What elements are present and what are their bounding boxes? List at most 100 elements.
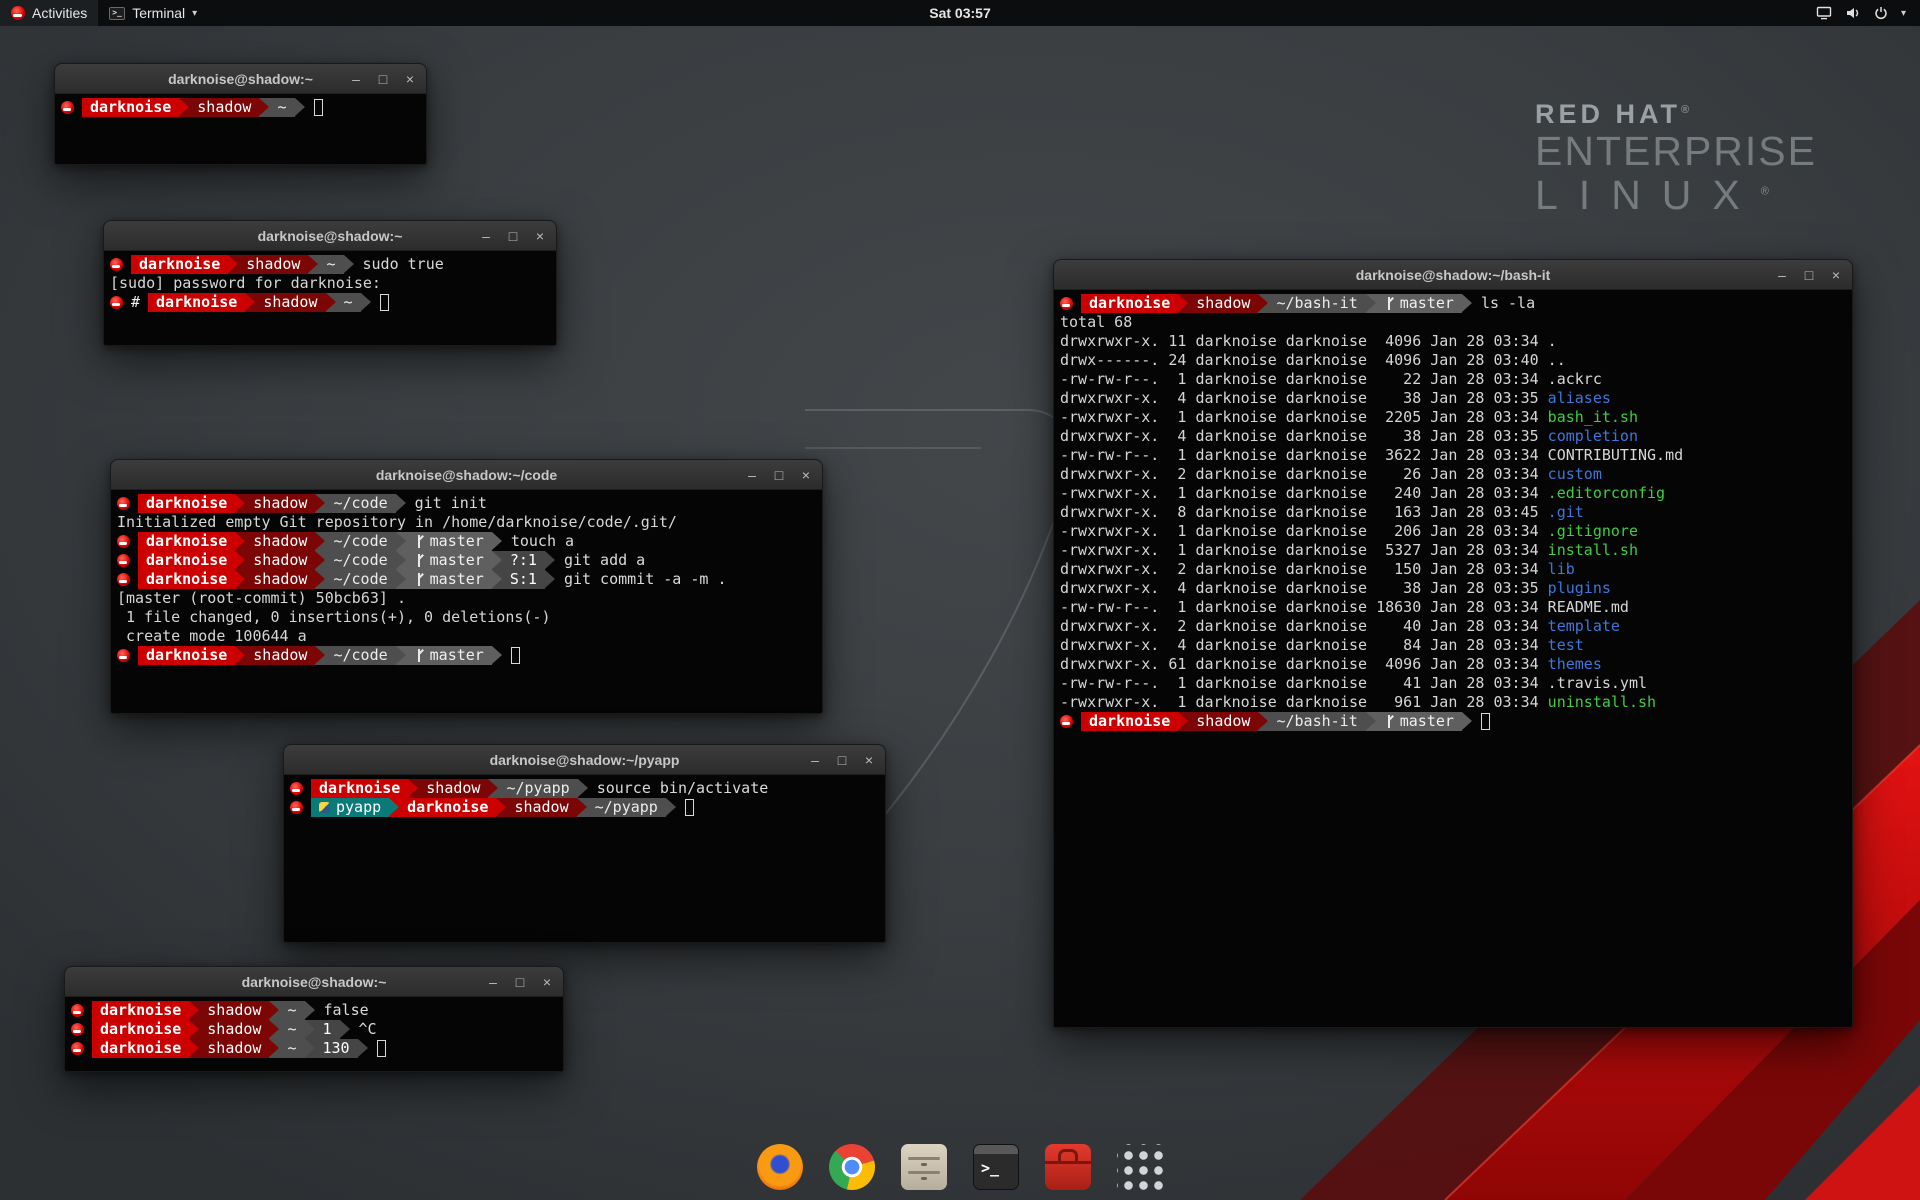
powerline-separator-icon <box>228 255 238 274</box>
close-button[interactable]: × <box>862 753 876 767</box>
terminal-content[interactable]: darknoiseshadow~sudo true[sudo] password… <box>104 251 556 316</box>
caret-down-icon: ▾ <box>1901 8 1906 19</box>
close-button[interactable]: × <box>403 72 417 86</box>
prompt-segment-path: ~/code <box>325 551 395 570</box>
maximize-button[interactable]: □ <box>1802 268 1816 282</box>
output-line: -rw-rw-r--. 1 darknoise darknoise 3622 J… <box>1060 446 1846 465</box>
fedora-icon <box>290 782 303 795</box>
output-text: drwxrwxr-x. 2 darknoise darknoise 40 Jan… <box>1060 617 1548 636</box>
output-text: Initialized empty Git repository in /hom… <box>117 513 677 532</box>
clock[interactable]: Sat 03:57 <box>929 5 990 21</box>
file-name: uninstall.sh <box>1548 693 1656 712</box>
fedora-icon <box>71 1004 84 1017</box>
close-button[interactable]: × <box>1829 268 1843 282</box>
minimize-button[interactable]: – <box>486 975 500 989</box>
window-titlebar[interactable]: darknoise@shadow:~–□× <box>55 64 426 94</box>
prompt-segment-user: darknoise <box>138 532 235 551</box>
close-button[interactable]: × <box>533 229 547 243</box>
fedora-icon <box>117 554 130 567</box>
window-controls: –□ × <box>479 221 547 250</box>
terminal-cursor <box>380 294 389 311</box>
maximize-button[interactable]: □ <box>376 72 390 86</box>
terminal-content[interactable]: darknoiseshadow~/bash-itmasterls -latota… <box>1054 290 1852 735</box>
minimize-button[interactable]: – <box>1775 268 1789 282</box>
window-titlebar[interactable]: darknoise@shadow:~–□× <box>65 967 563 997</box>
terminal-window-exitcodes: darknoise@shadow:~–□×darknoiseshadow~fal… <box>64 966 564 1072</box>
output-line: Initialized empty Git repository in /hom… <box>117 513 816 532</box>
fedora-icon <box>71 1023 84 1036</box>
output-line: drwxrwxr-x. 2 darknoise darknoise 26 Jan… <box>1060 465 1846 484</box>
dock-files-icon[interactable] <box>901 1144 947 1190</box>
prompt-segment-path: ~/bash-it <box>1268 712 1365 731</box>
fedora-icon <box>1060 297 1073 310</box>
git-branch-icon <box>414 573 424 586</box>
window-titlebar[interactable]: darknoise@shadow:~/bash-it–□× <box>1054 260 1852 290</box>
window-title: darknoise@shadow:~/pyapp <box>284 752 885 768</box>
powerline-separator-icon <box>545 551 555 570</box>
window-titlebar[interactable]: darknoise@shadow:~/code–□× <box>111 460 822 490</box>
window-titlebar[interactable]: darknoise@shadow:~–□× <box>104 221 556 251</box>
fedora-icon <box>1060 715 1073 728</box>
prompt-segment-path: ~/code <box>325 494 395 513</box>
dock-terminal-icon[interactable] <box>973 1144 1019 1190</box>
desktop: RED HAT® ENTERPRISE LINUX® darknoise@sha… <box>0 0 1920 1200</box>
terminal-content[interactable]: darknoiseshadow~/pyappsource bin/activat… <box>284 775 885 821</box>
powerline-separator-icon <box>396 646 406 665</box>
powerline-separator-icon <box>189 1039 199 1058</box>
prompt-segment-host: shadow <box>255 293 325 312</box>
prompt-segment-status: 130 <box>315 1039 358 1058</box>
file-name: .editorconfig <box>1548 484 1665 503</box>
output-text: -rwxrwxr-x. 1 darknoise darknoise 206 Ja… <box>1060 522 1548 541</box>
prompt-segment-git: master <box>406 532 492 551</box>
maximize-button[interactable]: □ <box>835 753 849 767</box>
window-titlebar[interactable]: darknoise@shadow:~/pyapp–□ × <box>284 745 885 775</box>
file-name: completion <box>1548 427 1638 446</box>
powerline-separator-icon <box>305 1020 315 1039</box>
activities-button[interactable]: Activities <box>0 0 98 26</box>
window-controls: –□ × <box>745 460 813 489</box>
powerline-separator-icon <box>492 646 502 665</box>
prompt-segment-user: darknoise <box>92 1001 189 1020</box>
prompt-line: darknoiseshadow~1^C <box>71 1020 557 1039</box>
output-line: -rw-rw-r--. 1 darknoise darknoise 18630 … <box>1060 598 1846 617</box>
app-menu-button[interactable]: Terminal ▾ <box>98 0 208 26</box>
maximize-button[interactable]: □ <box>772 468 786 482</box>
terminal-content[interactable]: darknoise shadow ~/code git initInitialized… <box>111 490 822 669</box>
registered-mark: ® <box>1761 186 1790 198</box>
brand-line-redhat: RED HAT® <box>1535 100 1817 129</box>
minimize-button[interactable]: – <box>479 229 493 243</box>
powerline-separator-icon <box>269 1039 279 1058</box>
fedora-icon <box>117 535 130 548</box>
terminal-content[interactable]: darknoiseshadow~falsedarknoiseshadow~1^C… <box>65 997 563 1062</box>
prompt-segment-host: shadow <box>189 98 259 117</box>
minimize-button[interactable]: – <box>808 753 822 767</box>
file-name: .ackrc <box>1548 370 1602 389</box>
output-line: -rwxrwxr-x. 1 darknoise darknoise 2205 J… <box>1060 408 1846 427</box>
terminal-content[interactable]: darknoiseshadow~ <box>55 94 426 121</box>
output-text: drwxrwxr-x. 11 darknoise darknoise 4096 … <box>1060 332 1548 351</box>
dock-firefox-icon[interactable] <box>757 1144 803 1190</box>
fedora-icon <box>117 497 130 510</box>
fedora-icon <box>61 101 74 114</box>
output-line: drwx------. 24 darknoise darknoise 4096 … <box>1060 351 1846 370</box>
close-button[interactable]: × <box>799 468 813 482</box>
close-button[interactable]: × <box>540 975 554 989</box>
prompt-line: darknoiseshadow~/codemastertouch a <box>117 532 816 551</box>
minimize-button[interactable]: – <box>349 72 363 86</box>
powerline-separator-icon <box>315 532 325 551</box>
system-status-area[interactable]: ▾ <box>1802 0 1920 26</box>
dock-app-grid-icon[interactable] <box>1117 1144 1163 1190</box>
prompt-segment-path: ~ <box>318 255 343 274</box>
powerline-separator-icon <box>389 798 399 817</box>
prompt-segment-host: shadow <box>245 646 315 665</box>
dock-toolbox-icon[interactable] <box>1045 1144 1091 1190</box>
command-text: git init <box>406 494 487 513</box>
prompt-segment-path: ~ <box>269 98 294 117</box>
maximize-button[interactable]: □ <box>513 975 527 989</box>
maximize-button[interactable]: □ <box>506 229 520 243</box>
dock-chrome-icon[interactable] <box>829 1144 875 1190</box>
output-text: -rwxrwxr-x. 1 darknoise darknoise 961 Ja… <box>1060 693 1548 712</box>
file-name: .travis.yml <box>1548 674 1647 693</box>
minimize-button[interactable]: – <box>745 468 759 482</box>
root-indicator: # <box>131 293 140 312</box>
